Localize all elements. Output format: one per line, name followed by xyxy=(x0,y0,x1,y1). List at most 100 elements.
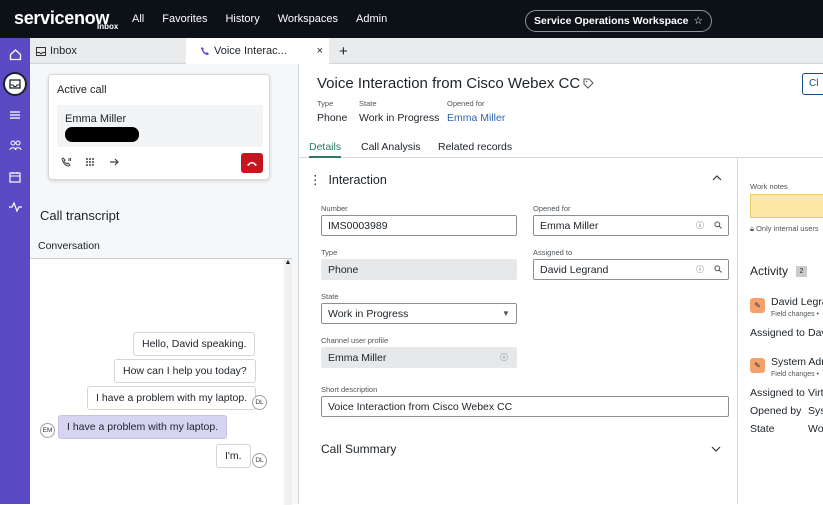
nav-admin[interactable]: Admin xyxy=(356,13,387,25)
activity-entry-author: System Adm xyxy=(771,356,823,368)
activity-field-key: Assigned to xyxy=(750,387,805,399)
pencil-icon: ✎ xyxy=(750,358,765,373)
agent-avatar: DL xyxy=(252,395,267,410)
short-description-value: Voice Interaction from Cisco Webex CC xyxy=(328,400,513,413)
end-call-button[interactable] xyxy=(241,153,263,173)
activity-field-value: Virt xyxy=(808,387,823,399)
transcript-list[interactable]: ▲ Hello, David speaking. How can I help … xyxy=(30,258,292,505)
info-icon[interactable]: ⓘ xyxy=(696,220,704,231)
keypad-icon[interactable] xyxy=(85,157,95,170)
tab-inbox[interactable]: Inbox xyxy=(36,38,77,64)
add-tab-button[interactable]: + xyxy=(339,43,348,60)
activity-count-badge: 2 xyxy=(796,266,807,277)
meta-opened-for-label: Opened for xyxy=(447,99,485,108)
activity-field-value: Sys xyxy=(808,405,823,417)
tab-related-records[interactable]: Related records xyxy=(438,141,512,158)
opened-for-value: Emma Miller xyxy=(540,219,599,232)
list-icon[interactable] xyxy=(6,106,24,124)
close-tab-icon[interactable]: × xyxy=(317,45,323,57)
conversation-label: Conversation xyxy=(38,240,100,252)
call-summary-header[interactable]: Call Summary xyxy=(321,442,396,456)
nav-favorites[interactable]: Favorites xyxy=(162,13,207,25)
channel-profile-field: Emma Miller ⓘ xyxy=(321,347,517,368)
meta-opened-for-link[interactable]: Emma Miller xyxy=(447,112,505,124)
servicenow-logo[interactable]: servicenow xyxy=(14,8,109,29)
activity-panel: Work notes 🔒︎ Only internal users Activi… xyxy=(737,158,823,504)
workspace-selector-button[interactable]: Service Operations Workspace ☆ xyxy=(525,10,712,32)
nav-workspaces[interactable]: Workspaces xyxy=(278,13,338,25)
type-value: Phone xyxy=(328,263,359,276)
opened-for-field[interactable]: Emma Miller ⓘ xyxy=(533,215,729,236)
transcript-scrollbar[interactable]: ▲ xyxy=(284,259,292,505)
internal-users-text: Only internal users xyxy=(756,224,819,233)
nav-all[interactable]: All xyxy=(132,13,144,25)
tab-voice-interaction[interactable]: Voice Interac... × xyxy=(186,38,329,64)
activity-entry-author: David Legra xyxy=(771,296,823,308)
activity-entry-subtitle: Field changes • xyxy=(771,371,819,378)
short-description-field[interactable]: Voice Interaction from Cisco Webex CC xyxy=(321,396,729,417)
call-transcript-title: Call transcript xyxy=(40,208,120,223)
state-select[interactable]: Work in Progress ▼ xyxy=(321,303,517,324)
header-action-button[interactable]: Cl xyxy=(802,73,823,95)
opened-for-label: Opened for xyxy=(533,204,571,213)
interaction-section-title: Interaction xyxy=(328,173,387,187)
message-agent: Hello, David speaking. xyxy=(133,332,256,356)
activity-field-key: State xyxy=(750,423,775,435)
activity-field-value: Wo xyxy=(808,423,823,435)
type-label: Type xyxy=(321,248,338,257)
active-call-card: Active call Emma Miller xyxy=(48,74,270,180)
phone-icon xyxy=(201,47,209,55)
chevron-down-icon[interactable] xyxy=(711,444,721,455)
state-value: Work in Progress xyxy=(328,307,409,320)
team-icon[interactable] xyxy=(6,136,24,154)
tab-voice-label: Voice Interac... xyxy=(214,45,287,57)
number-field[interactable]: IMS0003989 xyxy=(321,215,517,236)
tab-inbox-label: Inbox xyxy=(50,45,77,57)
activity-field-key: Opened by xyxy=(750,405,802,417)
call-panel: Active call Emma Miller Call transcript … xyxy=(30,64,298,505)
work-notes-input[interactable] xyxy=(750,194,823,218)
dropdown-arrow-icon: ▼ xyxy=(502,309,510,318)
chevron-up-icon[interactable] xyxy=(712,172,722,184)
work-notes-label: Work notes xyxy=(750,182,788,191)
calendar-icon[interactable] xyxy=(6,168,24,186)
activity-field-key: Assigned to xyxy=(750,327,805,339)
search-icon[interactable] xyxy=(714,220,722,231)
meta-state: State Work in Progress xyxy=(359,99,439,124)
transfer-call-icon[interactable] xyxy=(61,157,72,171)
interaction-form: ⋮ Interaction Number IMS0003989 Opened f… xyxy=(299,158,738,504)
tab-call-analysis[interactable]: Call Analysis xyxy=(361,141,421,158)
assigned-to-field[interactable]: David Legrand ⓘ xyxy=(533,259,729,280)
logo-subtitle: Inbox xyxy=(97,22,119,31)
meta-state-label: State xyxy=(359,99,377,108)
app-rail xyxy=(0,38,30,504)
number-value: IMS0003989 xyxy=(328,219,388,232)
search-icon[interactable] xyxy=(714,264,722,275)
pulse-icon[interactable] xyxy=(6,198,24,216)
customer-avatar: EM xyxy=(40,423,55,438)
workspace-tab-bar: Inbox Voice Interac... × + xyxy=(30,38,823,64)
workspace-label: Service Operations Workspace xyxy=(534,15,689,27)
star-icon[interactable]: ☆ xyxy=(694,15,703,27)
hang-up-icon xyxy=(247,161,257,166)
agent-avatar: DL xyxy=(252,453,267,468)
home-icon[interactable] xyxy=(6,45,24,63)
forward-arrow-icon[interactable] xyxy=(109,157,120,170)
nav-history[interactable]: History xyxy=(225,13,259,25)
number-label: Number xyxy=(321,204,348,213)
internal-users-note: 🔒︎ Only internal users xyxy=(750,224,819,234)
tab-details[interactable]: Details xyxy=(309,141,342,158)
info-icon[interactable]: ⓘ xyxy=(500,352,508,363)
meta-opened-for: Opened for Emma Miller xyxy=(447,99,505,124)
inbox-icon[interactable] xyxy=(3,72,27,96)
activity-title: Activity xyxy=(750,264,789,278)
drag-handle-icon[interactable]: ⋮ xyxy=(309,173,322,187)
tag-icon[interactable] xyxy=(583,78,594,92)
caller-info: Emma Miller xyxy=(57,105,263,147)
interaction-section-header[interactable]: ⋮ Interaction xyxy=(309,172,387,187)
info-icon[interactable]: ⓘ xyxy=(696,264,704,275)
inbox-tab-icon xyxy=(36,46,46,56)
activity-entry-subtitle: Field changes • xyxy=(771,311,819,318)
type-field: Phone xyxy=(321,259,517,280)
pencil-icon: ✎ xyxy=(750,298,765,313)
